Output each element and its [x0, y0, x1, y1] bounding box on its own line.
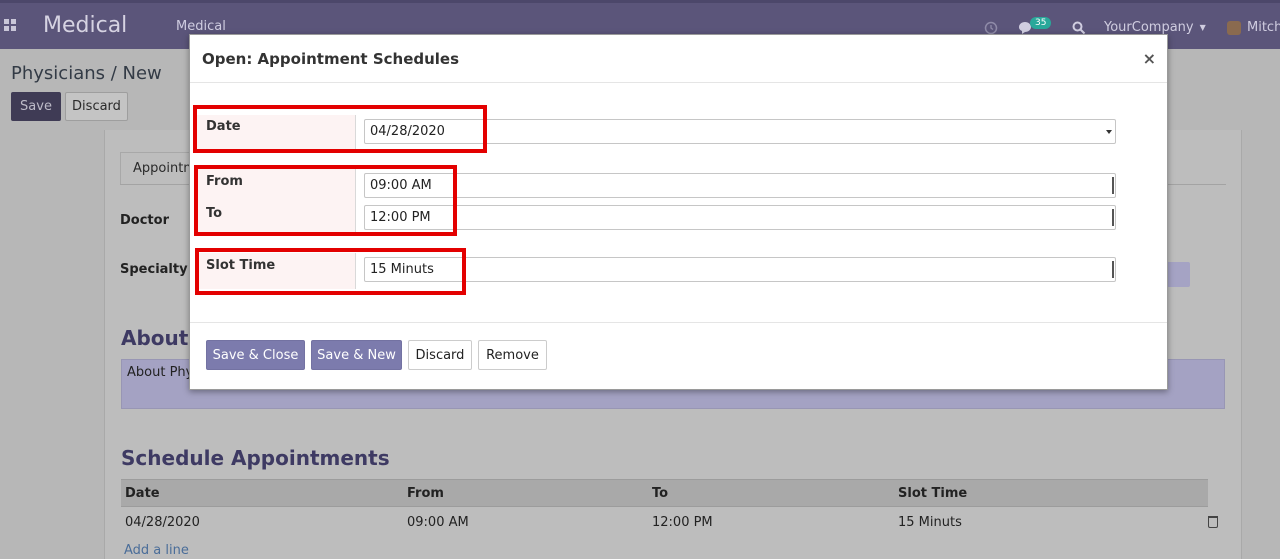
discard-button[interactable]: Discard — [65, 92, 128, 121]
chat-badge: 35 — [1030, 16, 1052, 29]
chevron-down-icon: ▼ — [1199, 23, 1206, 32]
save-new-button[interactable]: Save & New — [311, 340, 402, 370]
slot-time-highlight-box — [195, 248, 466, 295]
apps-grid-icon[interactable] — [4, 19, 18, 33]
cell-from: 09:00 AM — [407, 514, 469, 530]
column-header-from[interactable]: From — [403, 480, 648, 506]
user-name: Mitche — [1247, 20, 1280, 35]
dialog-title: Open: Appointment Schedules — [202, 50, 460, 68]
slot-time-select[interactable]: 15 Minuts — [364, 257, 1116, 282]
save-close-button[interactable]: Save & Close — [206, 340, 305, 370]
select-handle-icon — [1112, 261, 1114, 278]
select-handle-icon — [1112, 177, 1114, 194]
close-icon[interactable]: × — [1143, 49, 1156, 68]
cell-date: 04/28/2020 — [125, 514, 200, 530]
table-row[interactable]: 04/28/2020 09:00 AM 12:00 PM 15 Minuts — [121, 507, 1225, 537]
company-name: YourCompany — [1104, 20, 1194, 35]
dialog-discard-button[interactable]: Discard — [408, 340, 472, 370]
breadcrumb[interactable]: Physicians / New — [11, 63, 162, 84]
dialog-header: Open: Appointment Schedules × — [190, 35, 1167, 83]
doctor-label: Doctor — [120, 213, 169, 228]
column-header-slot-time[interactable]: Slot Time — [894, 480, 1208, 506]
user-menu[interactable]: Mitche — [1227, 3, 1280, 52]
from-time-select[interactable]: 09:00 AM — [364, 173, 1116, 198]
tab-appointments[interactable]: Appointm — [120, 152, 190, 185]
cell-slot-time: 15 Minuts — [898, 514, 962, 530]
menu-item-medical[interactable]: Medical — [176, 19, 226, 34]
appointment-schedule-dialog: Open: Appointment Schedules × Date 04/28… — [189, 34, 1168, 390]
avatar — [1227, 20, 1241, 35]
specialty-label: Specialty — [120, 262, 188, 277]
column-header-date[interactable]: Date — [121, 480, 403, 506]
save-button[interactable]: Save — [11, 92, 61, 121]
app-brand[interactable]: Medical — [43, 13, 127, 38]
from-to-highlight-box — [194, 165, 457, 236]
table-header: Date From To Slot Time — [121, 479, 1208, 507]
cell-to: 12:00 PM — [652, 514, 713, 530]
select-handle-icon — [1112, 209, 1114, 226]
date-highlight-box — [193, 105, 487, 153]
specialty-field[interactable] — [1166, 262, 1190, 287]
add-line-link[interactable]: Add a line — [124, 543, 189, 558]
caret-down-icon — [1106, 130, 1112, 134]
column-header-to[interactable]: To — [648, 480, 894, 506]
to-time-select[interactable]: 12:00 PM — [364, 205, 1116, 230]
remove-button[interactable]: Remove — [478, 340, 547, 370]
schedule-table: Date From To Slot Time 04/28/2020 09:00 … — [121, 479, 1225, 537]
trash-icon[interactable] — [1208, 516, 1218, 528]
dialog-footer: Save & Close Save & New Discard Remove — [190, 322, 1167, 390]
schedule-heading: Schedule Appointments — [121, 446, 390, 470]
